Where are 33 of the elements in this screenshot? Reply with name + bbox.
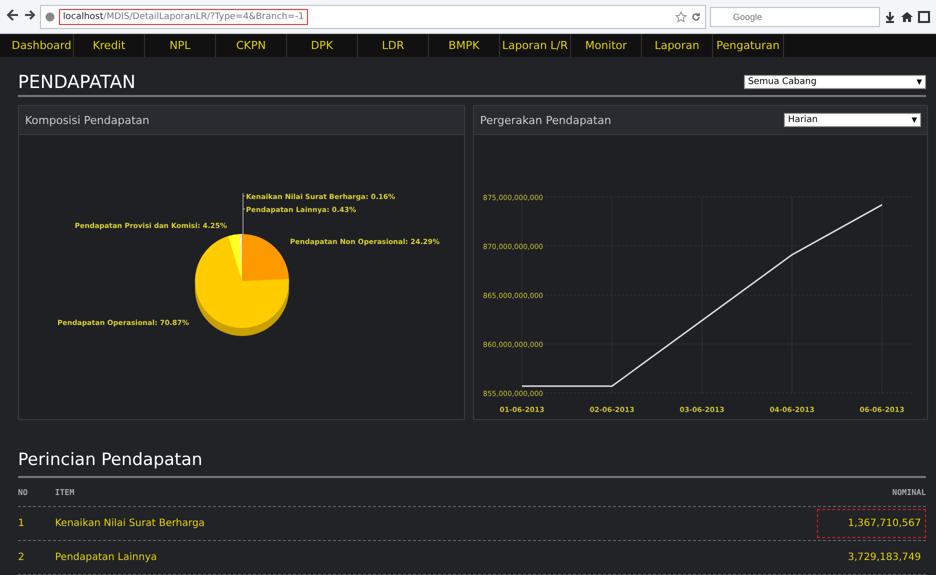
table-cell-text: 2 xyxy=(18,552,26,563)
url-text: localhost/MDIS/DetailLaporanLR/?Type=4&Branch=-1 xyxy=(59,8,308,24)
table-cell-text: 1 xyxy=(18,518,26,529)
leader-line xyxy=(242,192,246,234)
table-cell-text: Kenaikan Nilai Surat Berharga xyxy=(55,518,206,529)
column-header: NO xyxy=(18,488,29,496)
column-header: ITEM xyxy=(55,488,76,496)
home-icon[interactable] xyxy=(900,10,914,22)
table-cell: 1,367,710,567 xyxy=(816,509,926,538)
nav-tab[interactable]: LDR xyxy=(358,34,429,57)
download-icon[interactable] xyxy=(884,10,896,22)
nav-tab[interactable]: Laporan L/R xyxy=(500,34,571,57)
nav-tab[interactable]: BMPK xyxy=(429,34,500,57)
address-bar[interactable]: localhost/MDIS/DetailLaporanLR/?Type=4&Branch=-1 xyxy=(40,4,706,28)
table-cell-text: 3,729,183,749 xyxy=(846,551,922,565)
column-header: NOMINAL xyxy=(892,488,926,496)
window-icon[interactable] xyxy=(918,10,930,22)
nav-tab[interactable]: Pengaturan xyxy=(713,34,784,57)
panel-title: Komposisi Pendapatan xyxy=(25,114,150,126)
nav-tab[interactable]: Monitor xyxy=(571,34,642,57)
table-cell-text: Pendapatan Lainnya xyxy=(55,552,158,563)
search-field[interactable]: Google xyxy=(710,6,880,26)
nav-tab[interactable]: Laporan xyxy=(642,34,713,57)
star-icon[interactable] xyxy=(675,10,687,22)
nav-tab[interactable]: CKPN xyxy=(216,34,287,57)
page-title: PENDAPATAN xyxy=(18,72,136,93)
section-title: Perincian Pendapatan xyxy=(18,450,926,478)
panel-title: Pergerakan Pendapatan xyxy=(480,114,612,126)
nav-tab[interactable]: Dashboard xyxy=(10,34,74,57)
reload-icon[interactable] xyxy=(691,12,701,22)
nav-tab[interactable]: NPL xyxy=(145,34,216,57)
nav-tab[interactable]: Kredit xyxy=(74,34,145,57)
nav-tab[interactable]: DPK xyxy=(287,34,358,57)
